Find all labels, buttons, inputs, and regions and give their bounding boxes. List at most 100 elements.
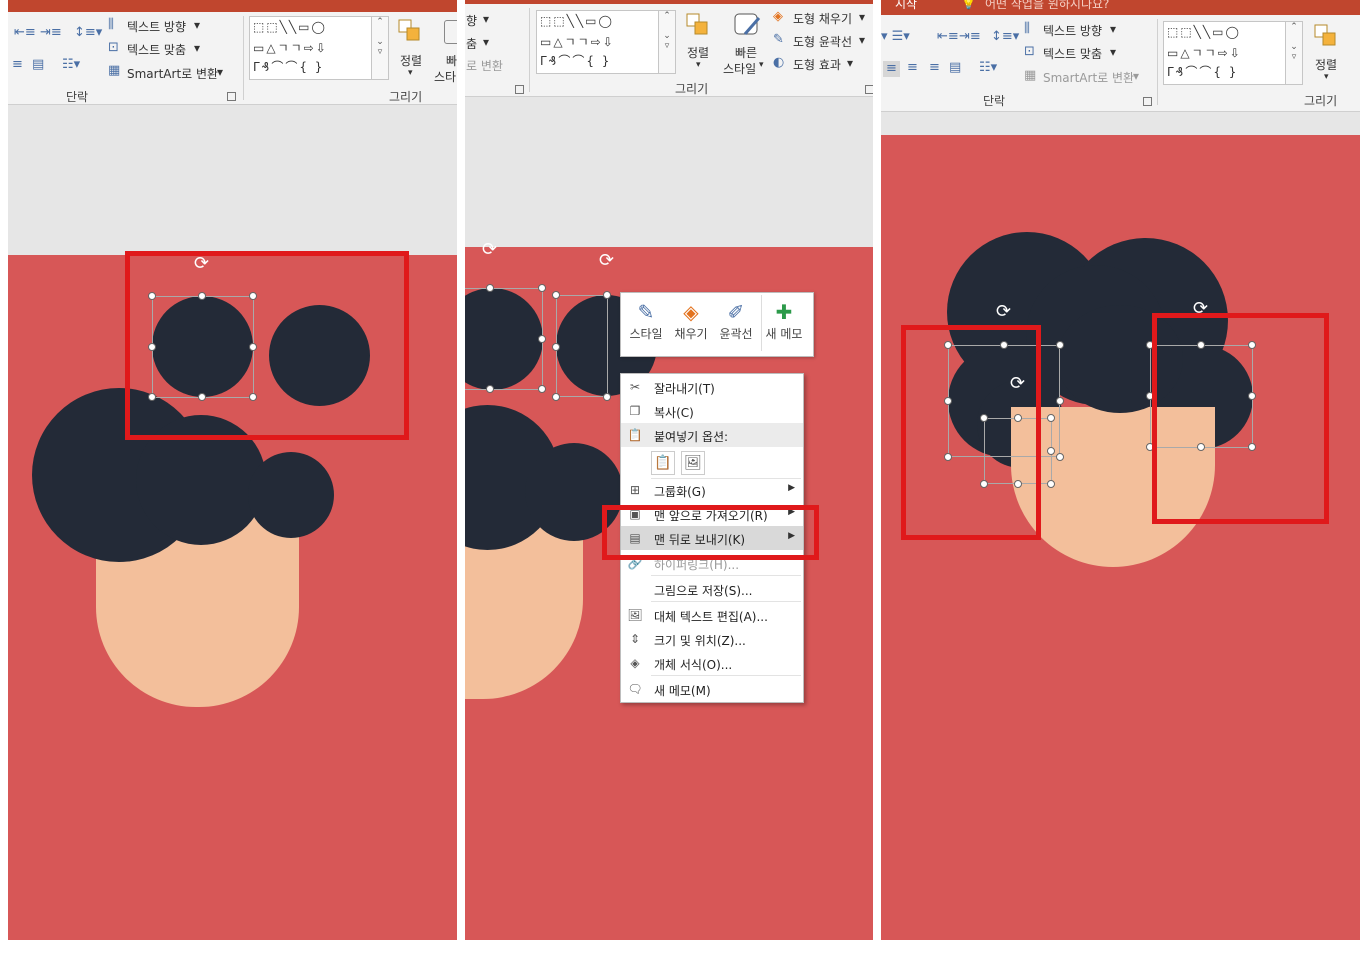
- shapes-gallery[interactable]: ⬚⬚╲╲▭◯ ▭△ㄱㄱ⇨⇩ ᒥ₰⌒⌒{ } ⌃ ⌄ ▿: [249, 16, 389, 80]
- smartart-convert-label[interactable]: SmartArt로 변환: [1043, 69, 1134, 86]
- shapes-row[interactable]: ᒥ₰⌒⌒{ }: [1167, 63, 1238, 80]
- shapes-row[interactable]: ▭△ㄱㄱ⇨⇩: [540, 33, 615, 50]
- quick-styles-label-2[interactable]: 스타일: [723, 60, 756, 77]
- shapes-row[interactable]: ⬚⬚╲╲▭◯: [1167, 25, 1241, 39]
- resize-handle[interactable]: [1047, 447, 1055, 455]
- tell-me-search[interactable]: 어떤 작업을 원하시나요?: [985, 0, 1109, 12]
- shape-fill-label[interactable]: 도형 채우기: [793, 10, 852, 27]
- resize-handle[interactable]: [538, 385, 546, 393]
- shape-outline-label[interactable]: 도형 윤곽선: [793, 33, 852, 50]
- arrange-label[interactable]: 정렬: [1315, 56, 1337, 73]
- increase-indent-icon[interactable]: ⇥≡: [40, 26, 62, 40]
- line-spacing-icon[interactable]: ↕≡▾: [991, 30, 1019, 44]
- justify-icon[interactable]: ▤: [949, 61, 961, 75]
- text-direction-label[interactable]: 향: [466, 12, 477, 29]
- menu-item-save-picture[interactable]: 그림으로 저장(S)...: [621, 577, 803, 601]
- align-right-icon[interactable]: ≡: [929, 61, 940, 75]
- menu-item-copy[interactable]: ❐ 복사(C): [621, 399, 803, 423]
- gallery-scroll[interactable]: ⌃ ⌄ ▿: [1285, 22, 1302, 84]
- quick-styles-label-1[interactable]: 빠른: [735, 44, 757, 61]
- shape-outline-icon[interactable]: ✎: [773, 33, 784, 47]
- tab-start[interactable]: 시작: [895, 0, 917, 12]
- text-direction-label[interactable]: 텍스트 방향: [1043, 22, 1102, 39]
- columns-icon[interactable]: ☷▾: [979, 61, 997, 75]
- menu-item-alt-text[interactable]: 🖼 대체 텍스트 편집(A)...: [621, 603, 803, 627]
- resize-handle[interactable]: [552, 393, 560, 401]
- quick-styles-label-2[interactable]: 스타: [434, 68, 456, 85]
- text-align-icon[interactable]: ⊡: [108, 41, 119, 55]
- menu-item-size-position[interactable]: ⇕ 크기 및 위치(Z)...: [621, 627, 803, 651]
- paragraph-dialog-launcher[interactable]: [1143, 97, 1152, 106]
- decrease-indent-icon[interactable]: ⇤≡: [14, 26, 36, 40]
- resize-handle[interactable]: [552, 343, 560, 351]
- paste-as-picture-icon[interactable]: 🖼: [681, 451, 705, 475]
- resize-handle[interactable]: [603, 393, 611, 401]
- hair-circle[interactable]: [248, 452, 334, 538]
- paragraph-dialog-launcher[interactable]: [227, 92, 236, 101]
- rotate-handle-icon[interactable]: ⟳: [482, 241, 497, 259]
- arrange-label[interactable]: 정렬: [400, 52, 422, 69]
- menu-item-new-comment[interactable]: 🗨 새 메모(M): [621, 677, 803, 701]
- resize-handle[interactable]: [486, 284, 494, 292]
- text-align-label[interactable]: 텍스트 맞춤: [1043, 45, 1102, 62]
- arrange-icon[interactable]: [1313, 23, 1339, 49]
- mini-comment-button[interactable]: ✚ 새 메모: [761, 295, 806, 351]
- shape-effects-label[interactable]: 도형 효과: [793, 56, 841, 73]
- shapes-row[interactable]: ᒥ₰⌒⌒{ }: [540, 52, 611, 69]
- shapes-row[interactable]: ⬚⬚╲╲▭◯: [540, 14, 614, 28]
- mini-outline-button[interactable]: ✐ 윤곽선: [714, 295, 758, 351]
- resize-handle[interactable]: [1056, 453, 1064, 461]
- arrange-icon[interactable]: [397, 18, 423, 44]
- mini-style-button[interactable]: ✎ 스타일: [624, 295, 668, 351]
- text-align-icon[interactable]: ⊡: [1024, 45, 1035, 59]
- text-align-label[interactable]: 춤: [466, 35, 477, 52]
- resize-handle[interactable]: [1047, 414, 1055, 422]
- decrease-indent-icon[interactable]: ⇤≡: [937, 30, 959, 44]
- line-spacing-icon[interactable]: ↕≡▾: [74, 26, 102, 40]
- text-direction-icon[interactable]: ⫼: [1024, 22, 1030, 36]
- bullets-icon[interactable]: ▾ ☰▾: [881, 30, 910, 44]
- smartart-icon[interactable]: ▦: [108, 64, 120, 78]
- rotate-handle-icon[interactable]: ⟳: [599, 252, 614, 270]
- resize-handle[interactable]: [552, 291, 560, 299]
- mini-fill-button[interactable]: ◈ 채우기: [669, 295, 713, 351]
- arrange-icon[interactable]: [685, 12, 711, 38]
- quick-styles-icon[interactable]: [444, 20, 457, 44]
- resize-handle[interactable]: [538, 284, 546, 292]
- align-left-icon[interactable]: ≡: [883, 61, 900, 77]
- shape-fill-icon[interactable]: ◈: [773, 10, 783, 24]
- text-align-label[interactable]: 텍스트 맞춤: [127, 41, 186, 58]
- gallery-scroll[interactable]: ⌃ ⌄ ▿: [658, 11, 675, 73]
- text-direction-icon[interactable]: ⫼: [108, 18, 114, 32]
- shapes-gallery[interactable]: ⬚⬚╲╲▭◯ ▭△ㄱㄱ⇨⇩ ᒥ₰⌒⌒{ } ⌃ ⌄ ▿: [1163, 21, 1303, 85]
- shapes-row[interactable]: ᒥ₰⌒⌒{ }: [253, 58, 324, 75]
- smartart-icon[interactable]: ▦: [1024, 69, 1036, 83]
- paragraph-dialog-launcher[interactable]: [515, 85, 524, 94]
- shapes-gallery[interactable]: ⬚⬚╲╲▭◯ ▭△ㄱㄱ⇨⇩ ᒥ₰⌒⌒{ } ⌃ ⌄ ▿: [536, 10, 676, 74]
- columns-icon[interactable]: ☷▾: [62, 58, 80, 72]
- align-center-icon[interactable]: ≡: [907, 61, 918, 75]
- align-left-icon[interactable]: ≡: [12, 58, 23, 72]
- paste-keep-format-icon[interactable]: 📋: [651, 451, 675, 475]
- resize-handle[interactable]: [1047, 480, 1055, 488]
- text-direction-label[interactable]: 텍스트 방향: [127, 18, 186, 35]
- resize-handle[interactable]: [1056, 397, 1064, 405]
- resize-handle[interactable]: [603, 291, 611, 299]
- rotate-handle-icon[interactable]: ⟳: [996, 303, 1011, 321]
- resize-handle[interactable]: [486, 385, 494, 393]
- resize-handle[interactable]: [538, 335, 546, 343]
- gallery-scroll[interactable]: ⌃ ⌄ ▿: [371, 17, 388, 79]
- shapes-row[interactable]: ▭△ㄱㄱ⇨⇩: [1167, 44, 1242, 61]
- resize-handle[interactable]: [1056, 341, 1064, 349]
- quick-styles-icon[interactable]: [733, 12, 761, 38]
- increase-indent-icon[interactable]: ⇥≡: [959, 30, 981, 44]
- shape-effects-icon[interactable]: ◐: [773, 56, 784, 70]
- arrange-label[interactable]: 정렬: [687, 44, 709, 61]
- smartart-convert-label[interactable]: SmartArt로 변환: [127, 65, 218, 82]
- quick-styles-label-1[interactable]: 빠: [446, 52, 457, 69]
- menu-item-cut[interactable]: ✂ 잘라내기(T): [621, 375, 803, 399]
- shapes-row[interactable]: ⬚⬚╲╲▭◯: [253, 20, 327, 34]
- shapes-row[interactable]: ▭△ㄱㄱ⇨⇩: [253, 39, 328, 56]
- smartart-convert-label[interactable]: 로 변환: [466, 57, 503, 74]
- drawing-dialog-launcher[interactable]: [865, 85, 873, 94]
